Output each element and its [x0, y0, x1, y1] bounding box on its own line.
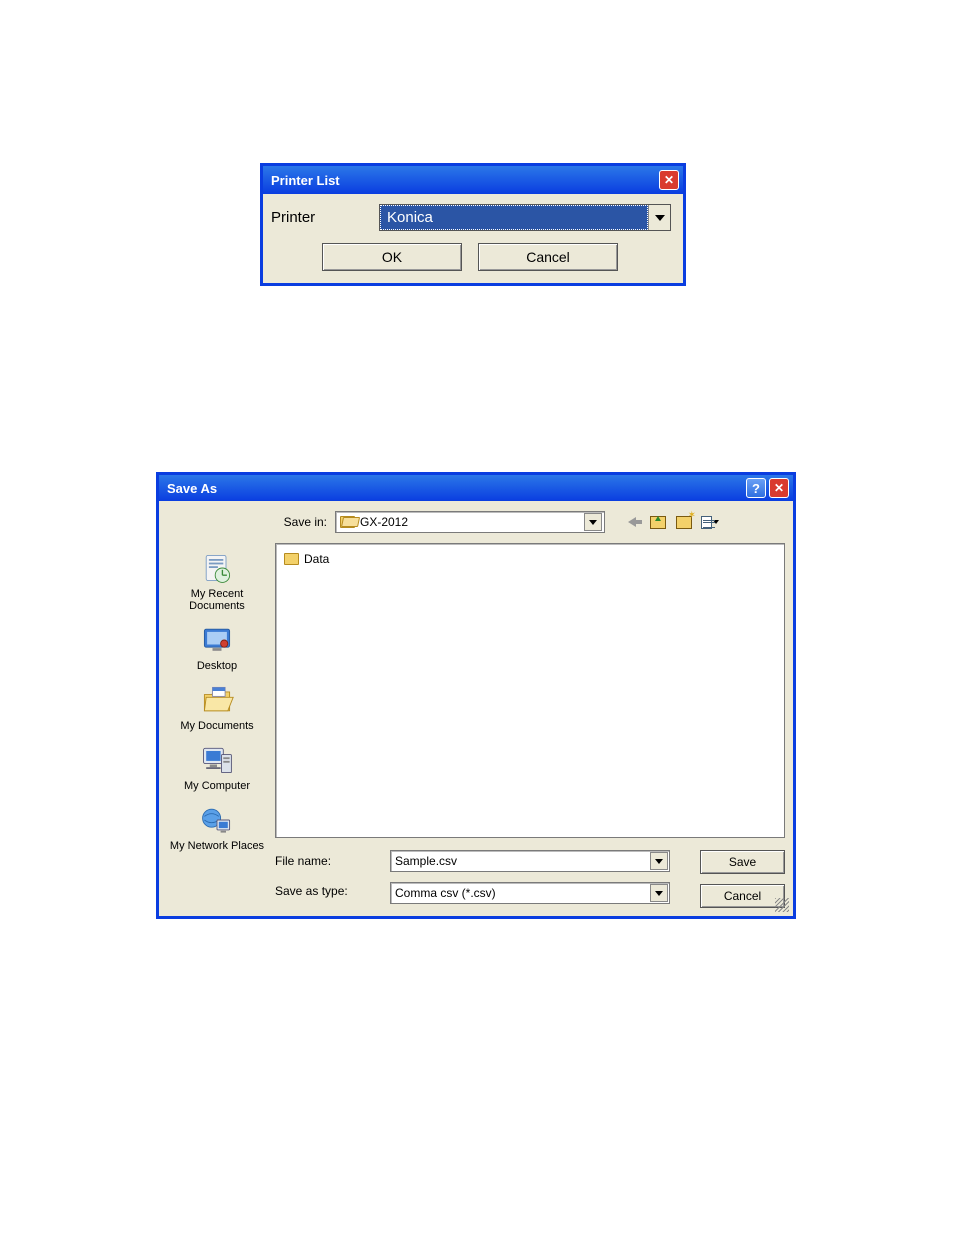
printer-select-value: Konica — [380, 205, 648, 230]
dropdown-icon[interactable] — [584, 513, 602, 531]
cancel-button[interactable]: Cancel — [478, 243, 618, 271]
place-label: My Network Places — [170, 840, 264, 852]
save-as-type-select[interactable]: Comma csv (*.csv) — [390, 882, 670, 904]
save-in-select[interactable]: GX-2012 — [335, 511, 605, 533]
save-in-value: GX-2012 — [360, 515, 579, 529]
back-icon[interactable] — [623, 513, 641, 531]
network-places-icon — [198, 802, 236, 838]
save-as-title: Save As — [167, 481, 746, 496]
save-as-dialog: Save As ? ✕ Save in: GX-2012 — [156, 472, 796, 919]
help-icon[interactable]: ? — [746, 478, 766, 498]
file-item-label: Data — [304, 552, 329, 566]
file-name-value: Sample.csv — [395, 854, 649, 868]
save-as-type-value: Comma csv (*.csv) — [395, 886, 649, 900]
save-button[interactable]: Save — [700, 850, 785, 874]
folder-open-icon — [340, 516, 355, 528]
dropdown-icon[interactable] — [650, 852, 668, 870]
file-item-folder[interactable]: Data — [284, 550, 776, 568]
folder-icon — [284, 553, 299, 565]
place-network-places[interactable]: My Network Places — [167, 800, 267, 854]
ok-button[interactable]: OK — [322, 243, 462, 271]
place-desktop[interactable]: Desktop — [167, 620, 267, 674]
new-folder-icon[interactable] — [675, 513, 693, 531]
my-documents-icon — [198, 682, 236, 718]
resize-grip-icon[interactable] — [775, 898, 789, 912]
printer-list-title: Printer List — [271, 173, 659, 188]
save-as-titlebar[interactable]: Save As ? ✕ — [159, 475, 793, 501]
up-one-level-icon[interactable] — [649, 513, 667, 531]
save-in-label: Save in: — [267, 515, 327, 529]
close-icon[interactable]: ✕ — [769, 478, 789, 498]
my-computer-icon — [198, 742, 236, 778]
file-name-label: File name: — [275, 854, 370, 868]
printer-label: Printer — [269, 209, 359, 226]
place-my-documents[interactable]: My Documents — [167, 680, 267, 734]
dropdown-icon[interactable] — [648, 205, 670, 230]
printer-select[interactable]: Konica — [379, 204, 671, 231]
desktop-icon — [198, 622, 236, 658]
place-label: My Recent Documents — [167, 588, 267, 612]
place-label: My Computer — [184, 780, 250, 792]
printer-list-dialog: Printer List ✕ Printer Konica OK Cancel — [260, 163, 686, 286]
dropdown-icon[interactable] — [650, 884, 668, 902]
place-label: Desktop — [197, 660, 237, 672]
place-recent-documents[interactable]: My Recent Documents — [167, 548, 267, 614]
file-name-input[interactable]: Sample.csv — [390, 850, 670, 872]
printer-list-titlebar[interactable]: Printer List ✕ — [263, 166, 683, 194]
save-as-type-label: Save as type: — [275, 884, 370, 898]
places-sidebar: My Recent Documents Desktop — [167, 543, 267, 908]
close-icon[interactable]: ✕ — [659, 170, 679, 190]
recent-documents-icon — [198, 550, 236, 586]
view-menu-icon[interactable] — [701, 513, 719, 531]
file-list-pane[interactable]: Data — [275, 543, 785, 838]
place-label: My Documents — [180, 720, 253, 732]
cancel-button[interactable]: Cancel — [700, 884, 785, 908]
place-my-computer[interactable]: My Computer — [167, 740, 267, 794]
